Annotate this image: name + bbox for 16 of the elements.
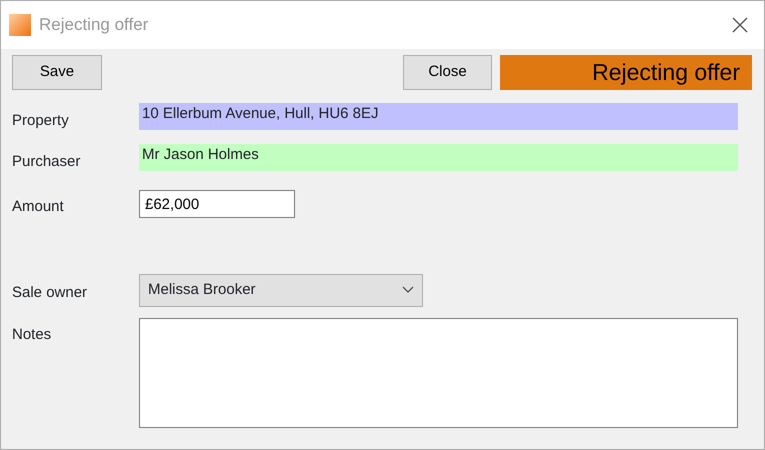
owner-dropdown[interactable]: Melissa Brooker (139, 274, 423, 306)
value-field: Mr Jason Holmes (139, 144, 738, 170)
close-button[interactable]: Close (403, 55, 492, 90)
value-field: 10 Ellerbum Avenue, Hull, HU6 8EJ (139, 103, 738, 130)
field-label: Sale owner (12, 282, 88, 302)
app-icon (9, 14, 31, 36)
save-button[interactable]: Save (12, 55, 102, 90)
caret-icon (402, 286, 414, 294)
field-label: Property (12, 111, 70, 131)
field-label: Purchaser (12, 152, 82, 172)
amount-input[interactable]: £62,000 (139, 190, 295, 218)
status-banner: Rejecting offer (500, 55, 752, 90)
field-label: Amount (12, 197, 65, 217)
field-label: Notes (12, 324, 52, 344)
notes-field[interactable] (139, 318, 738, 428)
window-title: Rejecting offer (39, 14, 148, 36)
